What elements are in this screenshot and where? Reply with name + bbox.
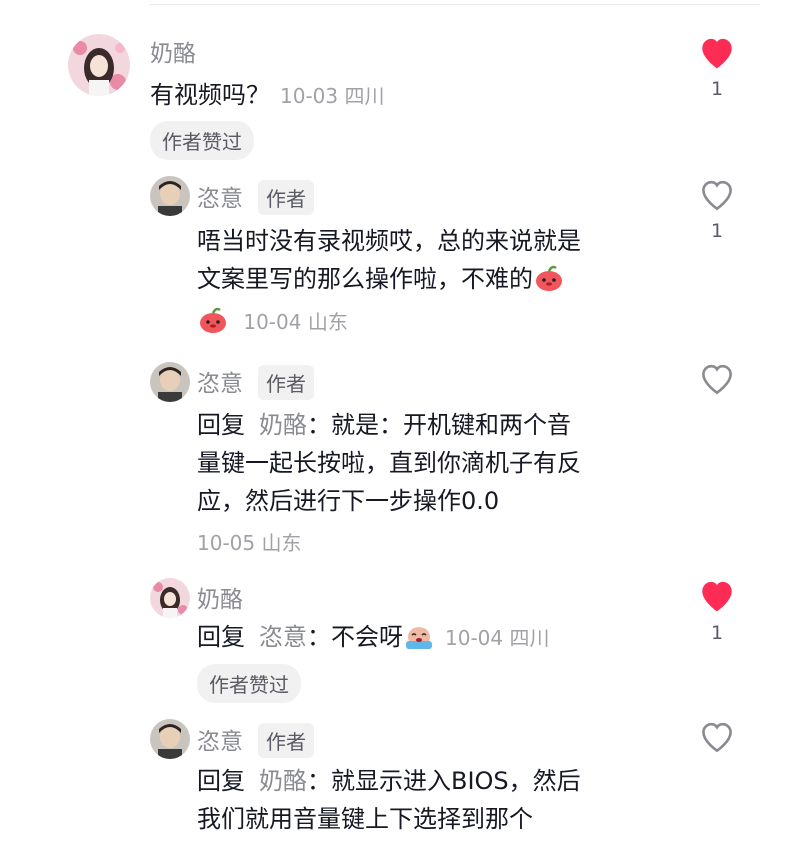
author-liked-chip: 作者赞过: [197, 664, 301, 703]
comment-text-line: ：就显示进入BIOS，然后: [307, 767, 581, 795]
top-divider: [150, 4, 760, 5]
comment-meta: 10-04 山东: [243, 310, 348, 334]
comment-text-line: ：就是：开机键和两个音: [307, 411, 571, 439]
like-count: 1: [710, 220, 724, 242]
author-liked-chip: 作者赞过: [150, 121, 254, 160]
comment-meta: 10-04 四川: [445, 626, 550, 650]
reply-word: 回复: [197, 623, 245, 651]
comment-meta: 10-03 四川: [280, 84, 385, 108]
comment-body: 回复 恣意：不会呀 10-04 四川: [197, 618, 667, 657]
heart-outline-icon[interactable]: [697, 176, 737, 212]
like-count: 1: [710, 622, 724, 644]
comment-meta-line: 10-04 山东: [197, 306, 348, 335]
comment-meta: 10-05 山东: [197, 531, 302, 555]
comment-username[interactable]: 奶酪: [150, 34, 196, 68]
comment-text-line: 量键一起长按啦，直到你滴机子有反: [197, 449, 581, 477]
user-avatar[interactable]: [150, 176, 190, 216]
comment-text: ：不会呀: [307, 623, 403, 651]
heart-filled-icon[interactable]: [697, 34, 737, 70]
like-count: 1: [710, 78, 724, 100]
comment-body: 回复 奶酪：就是：开机键和两个音 量键一起长按啦，直到你滴机子有反 应，然后进行下…: [197, 406, 667, 520]
crying-emoji: [403, 622, 435, 650]
author-tag: 作者: [258, 180, 314, 215]
comment-text-line: 文案里写的那么操作啦，不难的: [197, 265, 533, 293]
comment-text-line: 应，然后进行下一步操作0.0: [197, 487, 500, 515]
reply-word: 回复: [197, 411, 245, 439]
comment-text-line: 唔当时没有录视频哎，总的来说就是: [197, 227, 581, 255]
heart-filled-icon[interactable]: [697, 577, 737, 613]
red-blob-emoji: [197, 306, 229, 334]
heart-outline-icon[interactable]: [697, 718, 737, 754]
user-avatar[interactable]: [150, 719, 190, 759]
reply-target[interactable]: 恣意: [259, 623, 307, 651]
reply-target[interactable]: 奶酪: [259, 767, 307, 795]
author-tag: 作者: [258, 723, 314, 758]
comment-body: 有视频吗？ 10-03 四川: [150, 76, 384, 115]
comment-text-line: 我们就用音量键上下选择到那个: [197, 805, 533, 833]
reply-target[interactable]: 奶酪: [259, 411, 307, 439]
comment-body: 回复 奶酪：就显示进入BIOS，然后 我们就用音量键上下选择到那个: [197, 762, 667, 838]
red-blob-emoji: [533, 264, 565, 292]
comment-username[interactable]: 恣意: [197, 364, 243, 398]
author-tag: 作者: [258, 365, 314, 400]
user-avatar[interactable]: [150, 578, 190, 618]
comment-username[interactable]: 恣意: [197, 179, 243, 213]
comment-body: 唔当时没有录视频哎，总的来说就是 文案里写的那么操作啦，不难的: [197, 222, 667, 298]
user-avatar[interactable]: [68, 34, 130, 96]
comment-username[interactable]: 奶酪: [197, 580, 243, 614]
reply-word: 回复: [197, 767, 245, 795]
heart-outline-icon[interactable]: [697, 360, 737, 396]
comment-text: 有视频吗？: [150, 81, 270, 109]
user-avatar[interactable]: [150, 362, 190, 402]
comment-username[interactable]: 恣意: [197, 722, 243, 756]
